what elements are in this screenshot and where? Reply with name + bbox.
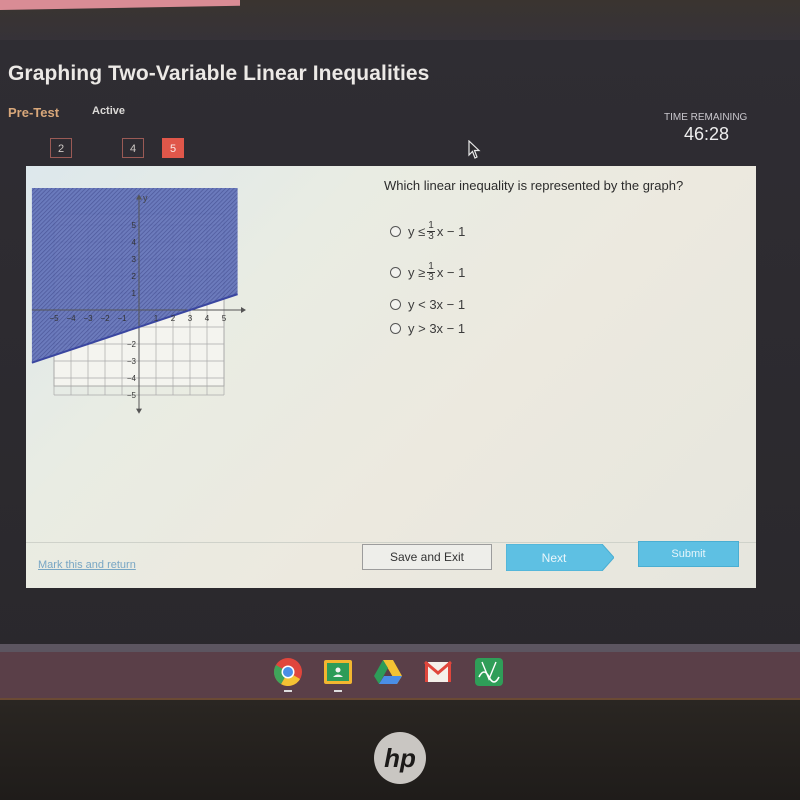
x-tick-label: −5 <box>49 314 59 323</box>
answer-option-1[interactable]: y ≤ 1 3 x − 1 <box>390 221 465 242</box>
radio-button[interactable] <box>390 323 401 334</box>
google-drive-icon[interactable] <box>373 657 403 687</box>
option-prefix: y ≤ <box>408 224 426 239</box>
y-tick-label: 1 <box>132 289 137 298</box>
answer-option-2[interactable]: y ≥ 1 3 x − 1 <box>390 262 465 283</box>
y-tick-label: −3 <box>127 357 137 366</box>
x-tick-label: −4 <box>66 314 76 323</box>
fraction: 1 3 <box>427 262 435 283</box>
next-button[interactable]: Next <box>506 544 614 571</box>
chrome-running-indicator <box>284 690 292 692</box>
radio-button[interactable] <box>390 299 401 310</box>
option-suffix: x − 1 <box>436 265 466 280</box>
x-axis-arrow <box>241 307 246 313</box>
x-tick-label: 4 <box>205 314 210 323</box>
classroom-running-indicator <box>334 690 342 692</box>
y-axis-arrow-down <box>136 408 142 414</box>
y-axis-label: y <box>143 193 148 203</box>
mouse-cursor-icon <box>468 140 481 159</box>
x-tick-label: 5 <box>222 314 227 323</box>
answer-option-3[interactable]: y < 3x − 1 <box>390 297 465 312</box>
inequality-graph: −5−4−3−2−11234554321−2−3−4−5 x y <box>31 188 246 414</box>
fraction-denominator: 3 <box>428 231 434 242</box>
y-tick-label: 3 <box>132 255 137 264</box>
radio-button[interactable] <box>390 226 401 237</box>
x-tick-label: −2 <box>100 314 110 323</box>
y-tick-label: 2 <box>132 272 137 281</box>
radio-button[interactable] <box>390 267 401 278</box>
google-classroom-icon[interactable] <box>323 657 353 687</box>
question-nav-4[interactable]: 4 <box>122 138 144 158</box>
option-suffix: x − 1 <box>436 224 466 239</box>
y-tick-label: −5 <box>127 391 137 400</box>
y-tick-label: 4 <box>132 238 137 247</box>
fraction: 1 3 <box>427 221 435 242</box>
page-title: Graphing Two-Variable Linear Inequalitie… <box>8 62 430 85</box>
x-tick-label: −1 <box>117 314 127 323</box>
chrome-icon[interactable] <box>273 657 303 687</box>
answer-option-4[interactable]: y > 3x − 1 <box>390 321 465 336</box>
fraction-denominator: 3 <box>428 272 434 283</box>
x-tick-label: −3 <box>83 314 93 323</box>
desmos-icon[interactable] <box>474 657 504 687</box>
mark-and-return-link[interactable]: Mark this and return <box>38 559 136 571</box>
question-nav-5-current[interactable]: 5 <box>162 138 184 158</box>
timer-value: 46:28 <box>684 124 730 144</box>
mode-label: Pre-Test <box>8 105 60 120</box>
x-tick-label: 3 <box>188 314 193 323</box>
svg-text:hp: hp <box>384 743 416 773</box>
gmail-icon[interactable] <box>423 657 453 687</box>
screen-bottom-edge <box>0 644 800 652</box>
y-tick-label: 5 <box>132 221 137 230</box>
y-tick-label: −4 <box>127 374 137 383</box>
timer-label: TIME REMAINING <box>664 112 748 123</box>
hp-logo-icon: hp <box>374 732 426 784</box>
x-tick-label: 1 <box>154 314 159 323</box>
option-prefix: y ≥ <box>408 265 426 280</box>
next-label: Next <box>541 550 567 565</box>
x-tick-label: 2 <box>171 314 176 323</box>
question-prompt: Which linear inequality is represented b… <box>384 178 684 193</box>
status-label: Active <box>92 105 126 117</box>
save-and-exit-button[interactable]: Save and Exit <box>362 544 492 570</box>
option-text: y > 3x − 1 <box>408 321 466 336</box>
question-nav-2[interactable]: 2 <box>50 138 72 158</box>
y-tick-label: −2 <box>127 340 137 349</box>
option-text: y < 3x − 1 <box>408 297 466 312</box>
submit-button[interactable]: Submit <box>638 541 739 567</box>
